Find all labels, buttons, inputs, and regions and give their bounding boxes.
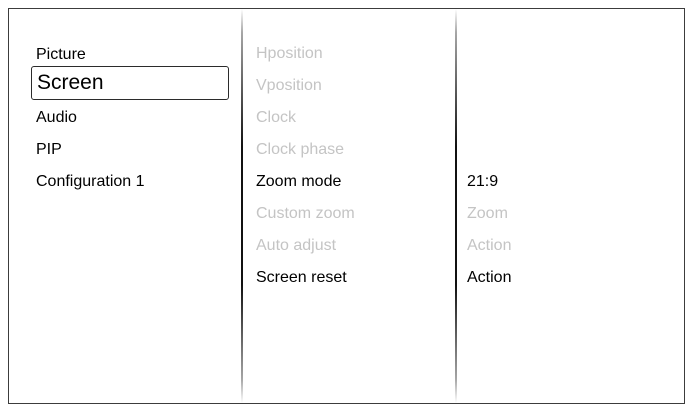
- main-menu-item-audio[interactable]: Audio: [36, 108, 77, 128]
- main-menu-item-configuration-1[interactable]: Configuration 1: [36, 172, 145, 192]
- zoom-mode-value[interactable]: 21:9: [467, 172, 498, 192]
- osd-menu-window: Picture Screen Audio PIP Configuration 1…: [8, 8, 685, 404]
- submenu-item-clock-phase: Clock phase: [256, 141, 345, 158]
- value-column: 21:9 Zoom Action Action: [456, 9, 684, 403]
- main-menu-item-screen[interactable]: Screen: [31, 66, 229, 100]
- submenu-item-custom-zoom: Custom zoom: [256, 205, 355, 222]
- submenu-item-auto-adjust: Auto adjust: [256, 237, 337, 254]
- screen-reset-value[interactable]: Action: [467, 268, 511, 288]
- main-menu-item-screen-label: Screen: [37, 71, 104, 94]
- main-menu-item-picture[interactable]: Picture: [36, 45, 86, 65]
- submenu-item-zoom-mode[interactable]: Zoom mode: [256, 172, 341, 192]
- custom-zoom-value: Zoom: [467, 205, 508, 222]
- main-menu-column: Picture Screen Audio PIP Configuration 1: [9, 9, 241, 403]
- submenu-item-screen-reset[interactable]: Screen reset: [256, 268, 347, 288]
- screen-submenu-column: Hposition Vposition Clock Clock phase Zo…: [242, 9, 455, 403]
- auto-adjust-value: Action: [467, 237, 512, 254]
- submenu-item-clock: Clock: [256, 109, 297, 126]
- main-menu-item-pip[interactable]: PIP: [36, 140, 62, 160]
- submenu-item-hposition: Hposition: [256, 45, 323, 62]
- submenu-item-vposition: Vposition: [256, 77, 322, 94]
